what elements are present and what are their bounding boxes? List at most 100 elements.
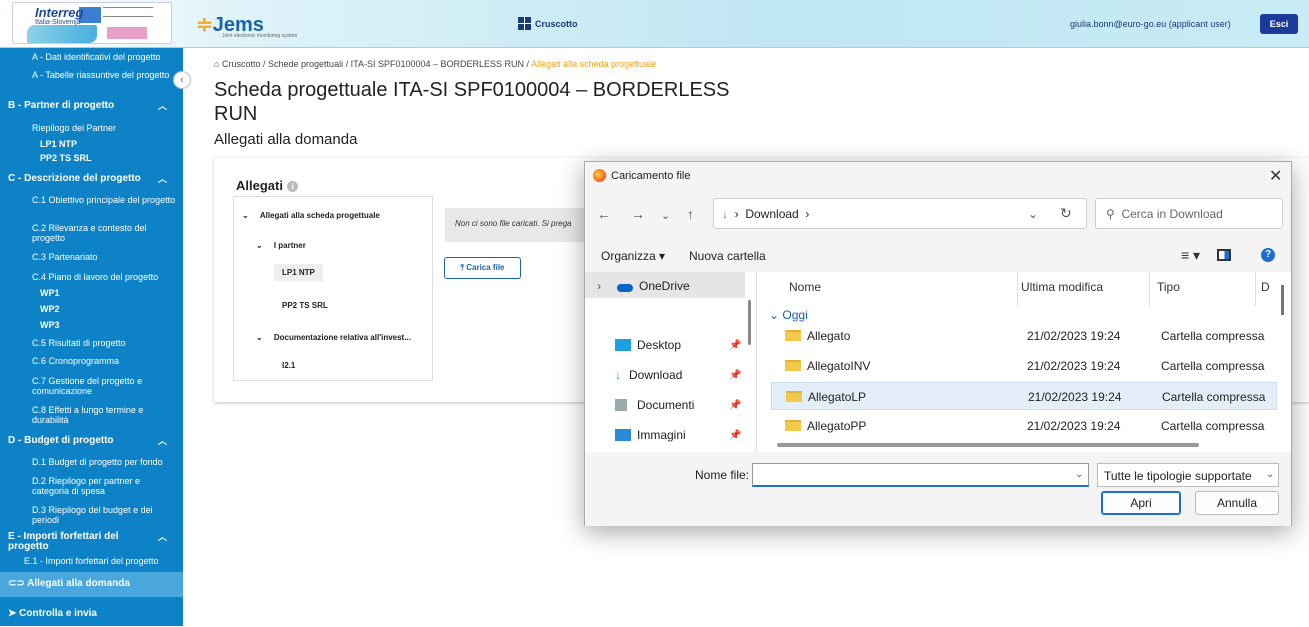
sidebar-item-c5[interactable]: C.5 Risultati di progetto: [0, 338, 183, 348]
zip-folder-icon: [785, 420, 801, 431]
chevron-right-icon[interactable]: ›: [597, 279, 601, 293]
sidebar-item-allegati[interactable]: ⊂⊃ Allegati alla domanda: [0, 572, 183, 597]
close-icon[interactable]: ✕: [1269, 166, 1282, 186]
sidebar-item-e1[interactable]: E.1 - Importi forfettari del progetto: [0, 556, 183, 566]
sidebar-item-pp2[interactable]: PP2 TS SRL: [0, 153, 183, 163]
sidebar-item-d1[interactable]: D.1 Budget di progetto per fondo: [0, 457, 183, 467]
column-header-modified[interactable]: Ultima modifica: [1021, 280, 1103, 294]
view-options-icon[interactable]: ≡ ▾: [1181, 247, 1200, 264]
sidebar-item-c7[interactable]: C.7 Gestione del progetto e comunicazion…: [0, 376, 183, 396]
cancel-button[interactable]: Annulla: [1195, 491, 1279, 515]
interreg-logo[interactable]: Interreg Italia-Slovenija: [12, 2, 172, 44]
sidebar-section-b[interactable]: B - Partner di progetto ︿: [8, 101, 191, 112]
sidebar-section-d[interactable]: D - Budget di progetto ︿: [8, 436, 191, 447]
file-row-selected[interactable]: AllegatoLP 21/02/2023 19:24 Cartella compr…: [771, 382, 1277, 410]
nav-item-documenti[interactable]: Documenti: [615, 398, 787, 412]
nav-scrollbar[interactable]: [748, 300, 751, 345]
sidebar-item-a-tabelle[interactable]: A - Tabelle riassuntive del progetto: [0, 70, 183, 80]
chevron-up-icon[interactable]: ︿: [158, 436, 167, 446]
chevron-down-icon[interactable]: ⌄: [242, 211, 249, 220]
chevron-down-icon[interactable]: ⌄: [1028, 207, 1038, 221]
breadcrumb-separator: /: [345, 59, 349, 69]
pin-icon[interactable]: 📌: [729, 400, 741, 411]
breadcrumb-home[interactable]: Cruscotto: [222, 59, 261, 69]
breadcrumb-schede[interactable]: Schede progettuali: [268, 59, 343, 69]
logout-button[interactable]: Esci: [1260, 14, 1298, 34]
sidebar-item-c1[interactable]: C.1 Obiettivo principale del progetto: [0, 195, 183, 205]
tree-node-lp1[interactable]: LP1 NTP: [274, 264, 323, 281]
pin-icon[interactable]: 📌: [729, 430, 741, 441]
list-horizontal-scrollbar[interactable]: [777, 443, 1199, 447]
chevron-up-icon[interactable]: ︿: [158, 101, 167, 111]
help-icon[interactable]: ?: [1261, 248, 1275, 262]
tree-node-partners[interactable]: ⌄ I partner: [256, 241, 306, 250]
dialog-titlebar[interactable]: Caricamento file ✕: [585, 162, 1291, 190]
chevron-down-icon[interactable]: ⌄: [1266, 469, 1274, 480]
list-vertical-scrollbar[interactable]: [1281, 285, 1284, 315]
new-folder-button[interactable]: Nuova cartella: [689, 249, 766, 263]
document-icon: [615, 399, 627, 411]
file-name-input[interactable]: ⌄: [752, 463, 1089, 487]
forward-arrow-icon[interactable]: →: [631, 206, 645, 222]
nav-item-desktop[interactable]: Desktop: [615, 338, 787, 352]
dashboard-link[interactable]: Cruscotto: [518, 17, 578, 30]
pin-icon[interactable]: 📌: [729, 340, 741, 351]
path-current[interactable]: Download: [745, 207, 798, 221]
sidebar-item-c8[interactable]: C.8 Effetti a lungo termine e durabilità: [0, 405, 183, 425]
address-bar[interactable]: ↓ › Download › ⌄ ↻: [713, 198, 1087, 229]
open-button[interactable]: Apri: [1101, 491, 1181, 515]
recent-chevron-icon[interactable]: ⌄: [661, 209, 670, 222]
chevron-up-icon[interactable]: ︿: [158, 174, 167, 184]
tree-node-invest[interactable]: ⌄ Documentazione relativa all'invest...: [256, 333, 411, 342]
nav-item-onedrive[interactable]: › OneDrive: [585, 272, 745, 298]
sidebar-item-wp3[interactable]: WP3: [0, 320, 183, 330]
chevron-down-icon[interactable]: ⌄: [1075, 469, 1083, 480]
search-input[interactable]: ⚲ Cerca in Download: [1095, 198, 1283, 229]
column-header-name[interactable]: Nome: [789, 280, 821, 294]
sidebar-item-c4[interactable]: C.4 Piano di lavoro del progetto: [0, 272, 183, 282]
sidebar-item-a-dati[interactable]: A - Dati identificativi del progetto: [0, 52, 183, 62]
sidebar-item-c3[interactable]: C.3 Partenariato: [0, 252, 183, 262]
organize-button[interactable]: Organizza ▾: [601, 249, 665, 263]
sidebar-item-riepilogo-partner[interactable]: Riepilogo dei Partner: [0, 123, 183, 133]
up-arrow-icon[interactable]: ↑: [687, 206, 694, 222]
chevron-down-icon[interactable]: ⌄: [256, 241, 263, 250]
file-type-select[interactable]: Tutte le tipologie supportate ⌄: [1097, 463, 1279, 487]
sidebar-item-d2[interactable]: D.2 Riepilogo per partner e categoria di…: [0, 476, 183, 496]
column-header-type[interactable]: Tipo: [1157, 280, 1180, 294]
user-info[interactable]: giulia.bonn@euro-go.eu (applicant user): [1070, 19, 1231, 29]
sidebar-item-d3[interactable]: D.3 Riepilogo del budget e dei periodi: [0, 505, 183, 525]
chevron-down-icon[interactable]: ⌄: [256, 333, 263, 342]
column-header-size[interactable]: D: [1261, 280, 1270, 294]
sidebar-item-lp1[interactable]: LP1 NTP: [0, 139, 183, 149]
back-arrow-icon[interactable]: ←: [597, 206, 611, 222]
tree-node-i21[interactable]: I2.1: [282, 361, 295, 370]
info-icon[interactable]: i: [286, 181, 298, 192]
tree-node-root[interactable]: ⌄ Allegati alla scheda progettuale: [242, 211, 380, 220]
sidebar-item-wp1[interactable]: WP1: [0, 288, 183, 298]
nav-item-immagini[interactable]: Immagini: [615, 428, 787, 442]
breadcrumb-project[interactable]: ITA-SI SPF0100004 – BORDERLESS RUN: [351, 59, 524, 69]
refresh-icon[interactable]: ↻: [1060, 205, 1072, 222]
file-row[interactable]: AllegatoPP 21/02/2023 19:24 Cartella compr…: [771, 412, 1277, 440]
sidebar-item-controlla[interactable]: ➤ Controlla e invia: [0, 602, 183, 627]
upload-file-button[interactable]: ⤒ Carica file: [444, 257, 521, 279]
app-subtitle: Joint electronic monitoring system: [222, 33, 298, 39]
sidebar-section-e[interactable]: E - Importi forfettari del progetto ︿: [8, 532, 167, 552]
logo-emblem: [107, 27, 147, 39]
sidebar-item-c2[interactable]: C.2 Rilevanza e contesto del progetto: [0, 223, 183, 243]
chevron-up-icon[interactable]: ︿: [158, 532, 167, 542]
group-header-today[interactable]: ⌄ Oggi: [769, 308, 808, 322]
file-row[interactable]: AllegatoINV 21/02/2023 19:24 Cartella comp…: [771, 352, 1277, 380]
sidebar: A - Dati identificativi del progetto A -…: [0, 48, 183, 626]
preview-pane-icon[interactable]: [1217, 249, 1231, 261]
sidebar-section-c[interactable]: C - Descrizione del progetto ︿: [8, 174, 191, 185]
home-icon[interactable]: ⌂: [214, 59, 219, 69]
sidebar-item-wp2[interactable]: WP2: [0, 304, 183, 314]
collapse-sidebar-button[interactable]: ‹: [173, 71, 191, 89]
tree-node-pp2[interactable]: PP2 TS SRL: [282, 301, 328, 310]
sidebar-item-c6[interactable]: C.6 Cronoprogramma: [0, 356, 183, 366]
nav-item-download[interactable]: ↓ Download: [615, 368, 787, 382]
pin-icon[interactable]: 📌: [729, 370, 741, 381]
file-row[interactable]: Allegato 21/02/2023 19:24 Cartella compres…: [771, 322, 1277, 350]
